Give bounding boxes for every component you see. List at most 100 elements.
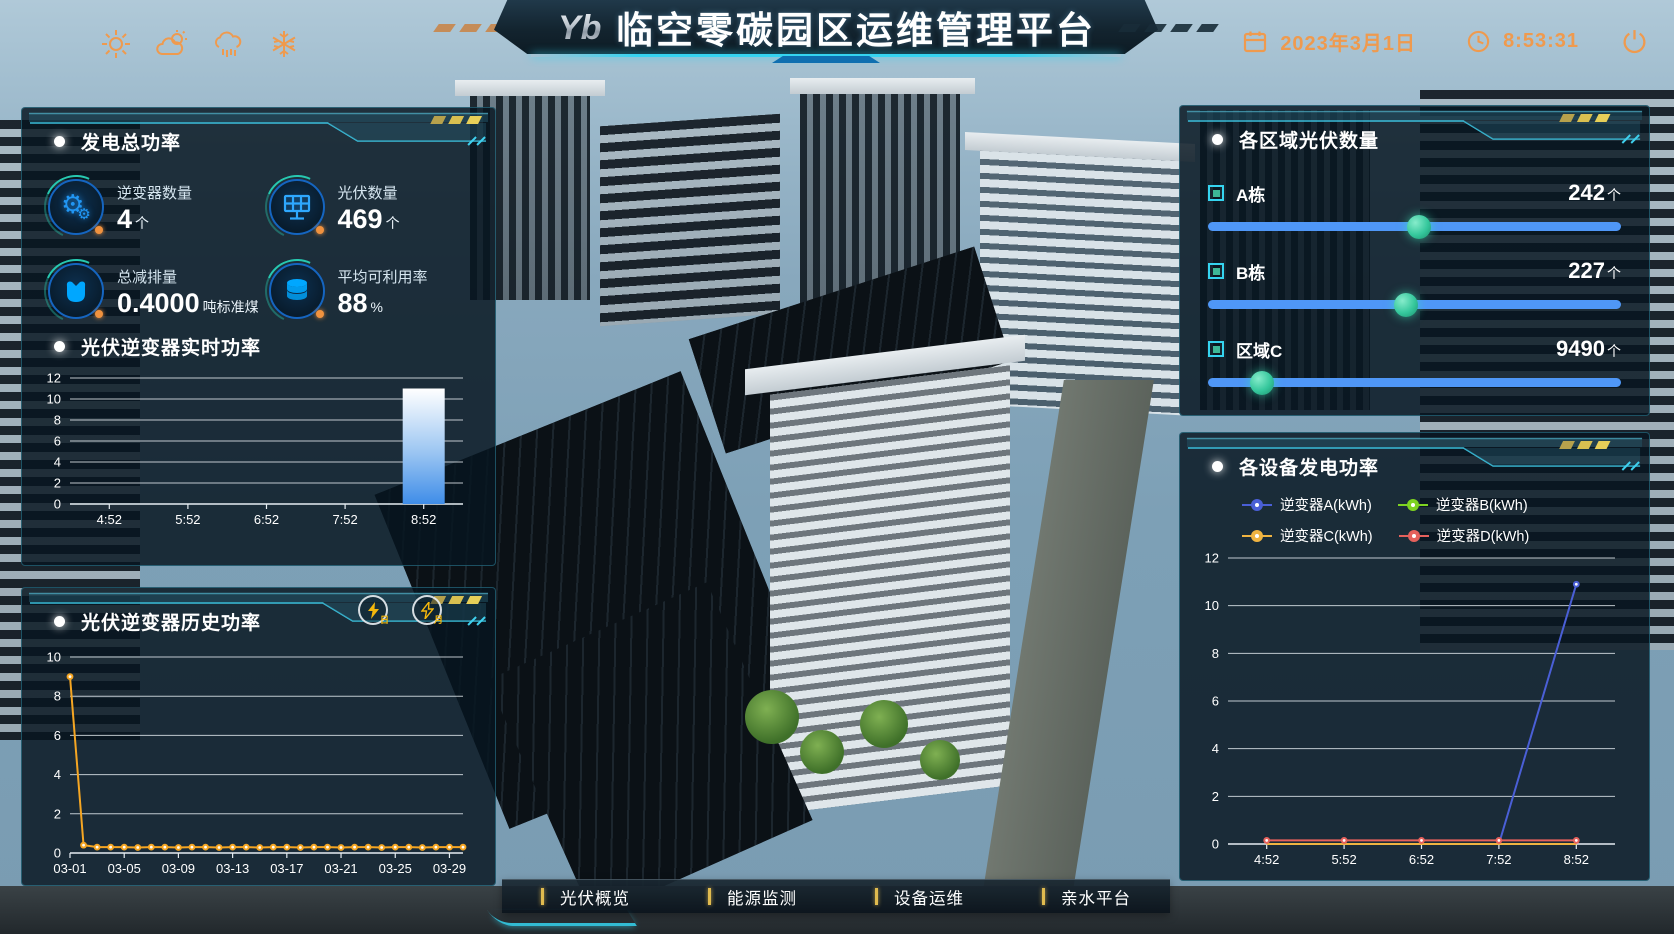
svg-text:03-17: 03-17 xyxy=(270,861,303,876)
svg-text:03-01: 03-01 xyxy=(53,861,86,876)
history-panel-title: 光伏逆变器历史功率 xyxy=(81,608,261,635)
panel-title-row: 各设备发电功率 xyxy=(1180,433,1649,480)
stat-value: 0.4000吨标准煤 xyxy=(117,290,259,317)
page-title: 临空零碳园区运维管理平台 xyxy=(616,0,1096,54)
region-c-slider-track[interactable] xyxy=(1208,378,1621,387)
stat-label: 逆变器数量 xyxy=(117,182,192,203)
region-row-a: A栋 242个 xyxy=(1180,180,1649,231)
panel-region-pv: 各区域光伏数量 A栋 242个 B栋 227个 区域C 9490个 xyxy=(1179,105,1650,416)
region-b-slider-track[interactable] xyxy=(1208,300,1621,309)
region-b-slider-thumb[interactable] xyxy=(1394,293,1418,317)
day-power-toggle[interactable]: 日 xyxy=(358,595,388,625)
region-value: 227个 xyxy=(1568,258,1621,284)
stat-pv-count: 光伏数量 469个 xyxy=(269,179,486,235)
stat-label: 平均可利用率 xyxy=(338,266,428,287)
svg-text:8: 8 xyxy=(54,689,61,704)
legend-marker xyxy=(1242,498,1272,511)
svg-text:8:52: 8:52 xyxy=(1564,852,1589,867)
stat-emission-reduction: 总减排量 0.4000吨标准煤 xyxy=(48,263,265,319)
svg-text:2: 2 xyxy=(54,806,61,821)
region-a-slider-track[interactable] xyxy=(1208,222,1621,231)
stat-value: 469个 xyxy=(338,206,400,233)
svg-text:4: 4 xyxy=(54,767,61,782)
region-label: A栋 xyxy=(1236,181,1265,206)
nav-item-water-platform[interactable]: 亲水平台 xyxy=(1003,880,1170,913)
nav-separator xyxy=(1042,888,1045,905)
legend-marker xyxy=(1242,529,1272,542)
svg-text:2: 2 xyxy=(1212,789,1219,804)
banner-center-tab xyxy=(772,56,880,63)
sun-cloud-icon xyxy=(156,28,188,60)
header-dashes-right xyxy=(1121,24,1216,32)
nav-label: 光伏概览 xyxy=(560,885,630,909)
title-dot xyxy=(54,136,65,147)
legend-inverter-d[interactable]: 逆变器D(kWh) xyxy=(1399,525,1530,546)
current-date: 2023年3月1日 xyxy=(1280,27,1416,56)
rain-cloud-icon xyxy=(212,28,244,60)
nav-item-energy-monitor[interactable]: 能源监测 xyxy=(669,880,836,913)
clock-icon xyxy=(1466,29,1491,54)
nav-item-pv-overview[interactable]: 光伏概览 xyxy=(502,880,669,913)
gears-icon: ⚙⚙ xyxy=(48,179,104,235)
region-value: 9490个 xyxy=(1556,336,1621,362)
realtime-chart-title: 光伏逆变器实时功率 xyxy=(81,333,261,360)
svg-text:5:52: 5:52 xyxy=(175,512,200,527)
stat-value: 4个 xyxy=(117,206,192,233)
snowflake-icon xyxy=(268,28,300,60)
svg-text:7:52: 7:52 xyxy=(332,512,357,527)
legend-label: 逆变器A(kWh) xyxy=(1280,494,1372,515)
stat-label: 总减排量 xyxy=(117,266,259,287)
panel-device-power: 各设备发电功率 逆变器A(kWh) 逆变器B(kWh) 逆变器C(kWh) 逆变… xyxy=(1179,432,1650,881)
building-icon xyxy=(1208,263,1224,279)
svg-text:0: 0 xyxy=(54,497,61,512)
building-icon xyxy=(1208,185,1224,201)
svg-text:0: 0 xyxy=(54,846,61,861)
svg-text:4: 4 xyxy=(54,455,61,470)
svg-text:6: 6 xyxy=(54,434,61,449)
lightning-outline-icon xyxy=(421,602,434,619)
region-a-slider-thumb[interactable] xyxy=(1407,215,1431,239)
region-label: 区域C xyxy=(1236,337,1282,362)
toggle-label: 日 xyxy=(380,613,389,626)
svg-text:6: 6 xyxy=(1212,694,1219,709)
nav-label: 设备运维 xyxy=(894,885,964,909)
region-label: B栋 xyxy=(1236,259,1265,284)
region-value: 242个 xyxy=(1568,180,1621,206)
svg-text:03-05: 03-05 xyxy=(108,861,141,876)
nav-item-device-ops[interactable]: 设备运维 xyxy=(836,880,1003,913)
generation-stats: ⚙⚙ 逆变器数量 4个 光伏数量 469个 总减排量 0.4000吨标准煤 xyxy=(22,155,495,323)
svg-text:5:52: 5:52 xyxy=(1331,852,1356,867)
svg-text:03-29: 03-29 xyxy=(433,861,466,876)
nav-swoosh-decoration xyxy=(487,910,637,926)
svg-text:12: 12 xyxy=(47,371,61,386)
history-range-toggles: 日 月 xyxy=(358,595,442,625)
sun-icon xyxy=(100,28,132,60)
lightning-filled-icon xyxy=(367,602,380,619)
legend-label: 逆变器B(kWh) xyxy=(1436,494,1528,515)
svg-text:4: 4 xyxy=(1212,741,1219,756)
region-panel-title: 各区域光伏数量 xyxy=(1239,126,1379,153)
current-time: 8:53:31 xyxy=(1503,30,1579,53)
svg-text:03-21: 03-21 xyxy=(324,861,357,876)
region-row-c: 区域C 9490个 xyxy=(1180,336,1649,387)
power-icon[interactable] xyxy=(1621,28,1648,55)
month-power-toggle[interactable]: 月 xyxy=(412,595,442,625)
region-c-slider-thumb[interactable] xyxy=(1250,371,1274,395)
database-icon xyxy=(269,263,325,319)
toggle-label: 月 xyxy=(434,613,443,626)
svg-text:12: 12 xyxy=(1205,551,1219,566)
history-power-chart: 024681003-0103-0503-0903-1303-1703-2103-… xyxy=(34,647,479,879)
realtime-chart-title-row: 光伏逆变器实时功率 xyxy=(22,323,495,360)
legend-inverter-b[interactable]: 逆变器B(kWh) xyxy=(1398,494,1528,515)
panel-title-row: 发电总功率 xyxy=(22,108,495,155)
building-icon xyxy=(1208,341,1224,357)
realtime-power-chart: 0246810124:525:526:527:528:52 xyxy=(34,368,479,530)
weather-row xyxy=(100,28,300,60)
svg-text:8: 8 xyxy=(1212,646,1219,661)
svg-text:6: 6 xyxy=(54,728,61,743)
legend-inverter-c[interactable]: 逆变器C(kWh) xyxy=(1242,525,1373,546)
stat-availability: 平均可利用率 88% xyxy=(269,263,486,319)
device-chart-legend: 逆变器A(kWh) 逆变器B(kWh) 逆变器C(kWh) 逆变器D(kWh) xyxy=(1180,480,1649,546)
legend-inverter-a[interactable]: 逆变器A(kWh) xyxy=(1242,494,1372,515)
nav-separator xyxy=(708,888,711,905)
